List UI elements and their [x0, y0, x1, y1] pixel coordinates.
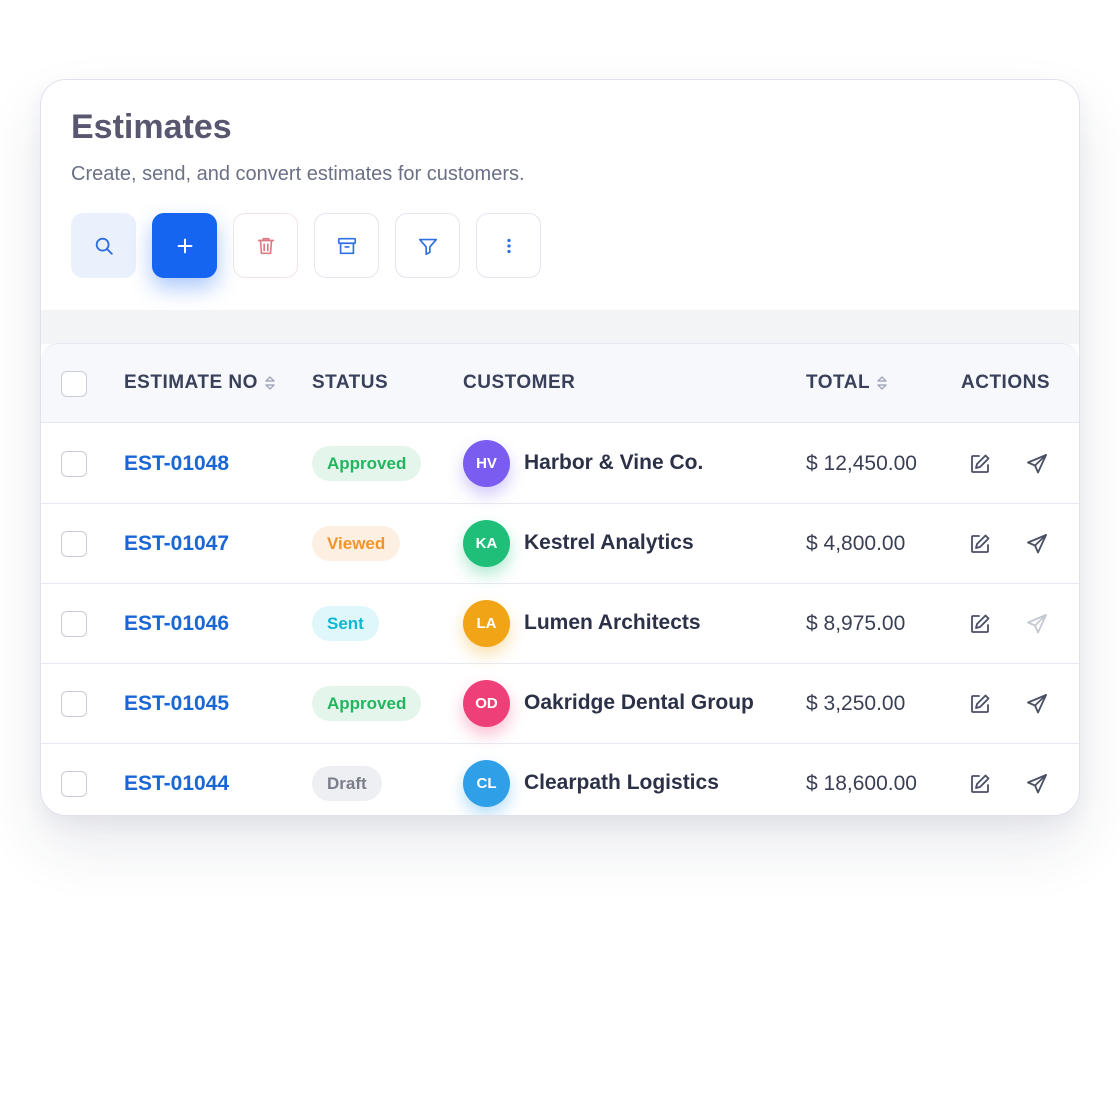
send-button[interactable] [1023, 770, 1051, 798]
estimate-number-link[interactable]: EST-01045 [124, 692, 229, 716]
send-icon [1027, 694, 1047, 714]
column-header-label: ACTIONS [961, 372, 1050, 393]
row-checkbox[interactable] [61, 771, 87, 797]
page-subtitle: Create, send, and convert estimates for … [71, 163, 525, 185]
customer-name: Oakridge Dental Group [524, 691, 754, 714]
estimates-card: Estimates Create, send, and convert esti… [40, 79, 1080, 816]
row-checkbox[interactable] [61, 531, 87, 557]
column-header-customer: CUSTOMER [463, 372, 575, 394]
more-options-button[interactable] [476, 213, 541, 278]
estimate-total: $ 12,450.00 [806, 452, 917, 475]
section-divider [41, 310, 1079, 344]
estimate-total: $ 18,600.00 [806, 772, 917, 795]
avatar: CL [463, 760, 510, 807]
avatar: KA [463, 520, 510, 567]
table-row: EST-01044 Draft CL Clearpath Logistics $… [41, 744, 1079, 815]
plus-icon [177, 238, 192, 253]
edit-icon [971, 614, 990, 633]
column-header-label: CUSTOMER [463, 372, 576, 393]
sort-icon [877, 376, 887, 390]
edit-icon [971, 454, 990, 473]
delete-button[interactable] [233, 213, 298, 278]
edit-button[interactable] [966, 610, 994, 638]
trash-icon [257, 237, 274, 254]
customer-name: Lumen Architects [524, 611, 701, 634]
send-button[interactable] [1023, 690, 1051, 718]
avatar: OD [463, 680, 510, 727]
page-title: Estimates [71, 108, 232, 146]
edit-button[interactable] [966, 530, 994, 558]
archive-button[interactable] [314, 213, 379, 278]
table-row: EST-01046 Sent LA Lumen Architects $ 8,9… [41, 584, 1079, 664]
filter-button[interactable] [395, 213, 460, 278]
status-badge: Approved [312, 446, 422, 481]
table-row: EST-01048 Approved HV Harbor & Vine Co. … [41, 424, 1079, 504]
edit-button[interactable] [966, 690, 994, 718]
estimates-table: ESTIMATE NO STATUS CUSTOMER TOTAL ACTION… [41, 343, 1079, 815]
estimate-total: $ 4,800.00 [806, 532, 906, 555]
edit-button[interactable] [966, 770, 994, 798]
select-all-checkbox[interactable] [61, 371, 87, 397]
row-checkbox[interactable] [61, 691, 87, 717]
send-button[interactable] [1023, 450, 1051, 478]
edit-icon [971, 534, 990, 553]
customer-name: Kestrel Analytics [524, 531, 694, 554]
edit-icon [971, 774, 990, 793]
column-header-label: TOTAL [806, 372, 871, 393]
sort-icon [265, 376, 275, 390]
estimate-number-link[interactable]: EST-01044 [124, 772, 229, 796]
add-estimate-button[interactable] [152, 213, 217, 278]
more-vertical-icon [506, 238, 511, 253]
estimate-total: $ 8,975.00 [806, 612, 906, 635]
archive-icon [337, 237, 356, 254]
toolbar [71, 213, 541, 278]
column-header-estimate-no[interactable]: ESTIMATE NO [124, 372, 276, 394]
send-icon [1027, 614, 1047, 634]
estimate-number-link[interactable]: EST-01046 [124, 612, 229, 636]
status-badge: Sent [312, 606, 379, 641]
estimate-number-link[interactable]: EST-01047 [124, 532, 229, 556]
customer-name: Clearpath Logistics [524, 771, 719, 794]
send-icon [1027, 774, 1047, 794]
column-header-total[interactable]: TOTAL [806, 372, 888, 394]
table-header: ESTIMATE NO STATUS CUSTOMER TOTAL ACTION… [41, 344, 1079, 423]
table-row: EST-01045 Approved OD Oakridge Dental Gr… [41, 664, 1079, 744]
column-header-actions: ACTIONS [961, 372, 1050, 394]
search-button[interactable] [71, 213, 136, 278]
send-button[interactable] [1023, 610, 1051, 638]
status-badge: Approved [312, 686, 422, 721]
estimate-total: $ 3,250.00 [806, 692, 906, 715]
avatar: HV [463, 440, 510, 487]
table-row: EST-01047 Viewed KA Kestrel Analytics $ … [41, 504, 1079, 584]
send-icon [1027, 534, 1047, 554]
status-badge: Viewed [312, 526, 401, 561]
avatar: LA [463, 600, 510, 647]
send-button[interactable] [1023, 530, 1051, 558]
row-checkbox[interactable] [61, 451, 87, 477]
status-badge: Draft [312, 766, 382, 801]
estimate-number-link[interactable]: EST-01048 [124, 452, 229, 476]
edit-icon [971, 694, 990, 713]
column-header-label: ESTIMATE NO [124, 372, 258, 393]
column-header-status: STATUS [312, 372, 388, 394]
search-icon [95, 237, 113, 255]
filter-icon [418, 238, 437, 255]
column-header-label: STATUS [312, 372, 389, 393]
edit-button[interactable] [966, 450, 994, 478]
customer-name: Harbor & Vine Co. [524, 451, 704, 474]
card-header: Estimates Create, send, and convert esti… [41, 80, 1079, 310]
send-icon [1027, 454, 1047, 474]
row-checkbox[interactable] [61, 611, 87, 637]
